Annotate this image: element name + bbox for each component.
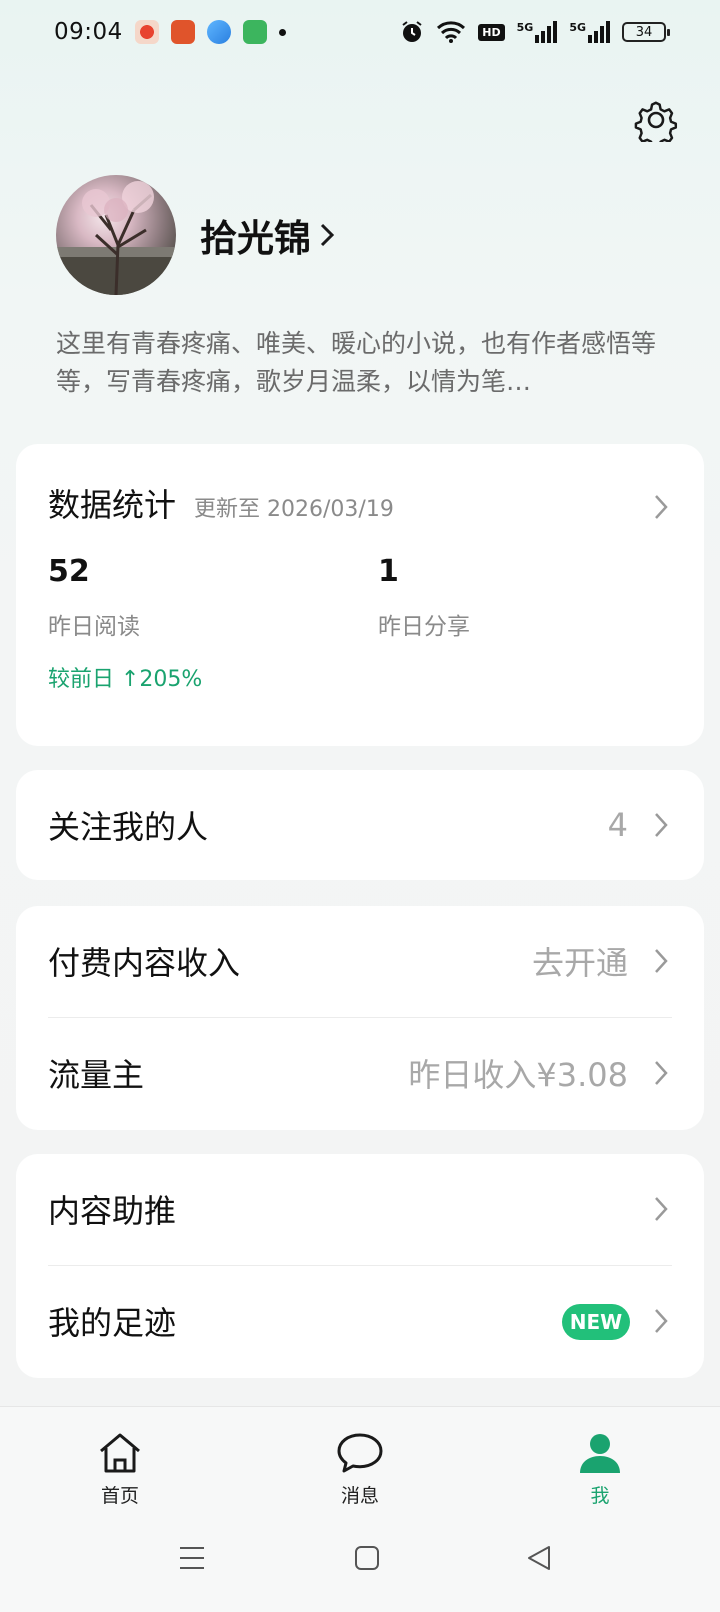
nav-messages-label: 消息 [340, 1485, 379, 1507]
paid-content-row[interactable]: 付费内容收入 去开通 [16, 906, 704, 1016]
hd-indicator: HD [478, 23, 505, 41]
battery-icon: 34 [622, 22, 670, 42]
bottom-nav: 首页 消息 我 [0, 1406, 720, 1612]
traffic-owner-value: 昨日收入¥3.08 [408, 1056, 628, 1094]
stat-shares: 1 昨日分享 [378, 554, 470, 641]
nav-me-label: 我 [590, 1485, 610, 1507]
status-left: 09:04 [54, 19, 286, 45]
reads-delta: 较前日 ↑205% [48, 667, 203, 692]
followers-count: 4 [607, 806, 628, 844]
signal-2: 5G [569, 21, 610, 43]
network-type-1: 5G [516, 21, 534, 34]
footprint-row[interactable]: 我的足迹 NEW [16, 1266, 704, 1376]
stats-header: 数据统计 更新至 2026/03/19 [48, 480, 394, 526]
app-notification-icon [242, 20, 267, 44]
content-promote-label: 内容助推 [48, 1192, 177, 1230]
tools-card: 内容助推 我的足迹 NEW [16, 1154, 704, 1378]
content-promote-row[interactable]: 内容助推 [16, 1154, 704, 1264]
new-badge: NEW [562, 1304, 630, 1340]
app-notification-icon [170, 20, 195, 44]
chevron-right-icon [655, 1309, 668, 1333]
chevron-right-icon [655, 813, 668, 837]
profile-name-link[interactable]: 拾光锦 [200, 208, 335, 262]
signal-bars-icon [588, 21, 610, 43]
home-icon [100, 1433, 140, 1473]
shares-value: 1 [378, 554, 399, 589]
chevron-right-icon [655, 495, 668, 519]
settings-gear-icon [634, 101, 678, 150]
paid-content-label: 付费内容收入 [48, 944, 241, 982]
traffic-owner-row[interactable]: 流量主 昨日收入¥3.08 [16, 1018, 704, 1128]
reads-value: 52 [48, 554, 90, 589]
status-time: 09:04 [54, 19, 123, 45]
income-card: 付费内容收入 去开通 流量主 昨日收入¥3.08 [16, 906, 704, 1130]
nav-home-label: 首页 [100, 1485, 139, 1507]
back-triangle-icon[interactable] [526, 1545, 552, 1571]
stat-reads: 52 昨日阅读 较前日 ↑205% [48, 554, 202, 693]
chevron-right-icon [655, 1061, 668, 1085]
message-bubble-icon [337, 1433, 383, 1473]
settings-button[interactable] [634, 98, 678, 150]
stats-updated: 更新至 2026/03/19 [194, 497, 394, 522]
app-notification-icon [134, 20, 159, 44]
avatar-tree-image [56, 181, 176, 295]
more-notifications-icon [278, 28, 286, 36]
username: 拾光锦 [200, 217, 311, 260]
app-notification-icon [206, 20, 231, 44]
avatar[interactable] [56, 175, 176, 295]
menu-icon[interactable] [178, 1545, 206, 1571]
followers-label: 关注我的人 [48, 808, 209, 846]
nav-messages[interactable]: 消息 [300, 1431, 420, 1508]
shares-label: 昨日分享 [378, 614, 470, 640]
alarm-icon [402, 21, 422, 42]
chevron-right-icon [655, 1197, 668, 1221]
home-square-icon[interactable] [354, 1545, 380, 1571]
profile-bio: 这里有青春疼痛、唯美、暖心的小说，也有作者感悟等等，写青春疼痛，歌岁月温柔，以情… [56, 329, 657, 396]
stats-card[interactable]: 数据统计 更新至 2026/03/19 52 昨日阅读 较前日 ↑205% 1 … [16, 444, 704, 746]
followers-card[interactable]: 关注我的人 4 [16, 770, 704, 880]
followers-row[interactable]: 关注我的人 4 [16, 770, 704, 880]
chevron-right-icon [655, 949, 668, 973]
chevron-right-icon [320, 223, 335, 247]
network-type-2: 5G [569, 21, 586, 34]
traffic-owner-label: 流量主 [48, 1056, 145, 1094]
nav-me[interactable]: 我 [540, 1431, 660, 1508]
status-bar: 09:04 HD 5G 5G 34 [0, 0, 720, 64]
signal-1: 5G [517, 21, 558, 43]
nav-home[interactable]: 首页 [60, 1431, 180, 1508]
stats-title: 数据统计 [48, 486, 177, 524]
wifi-icon [437, 21, 466, 43]
status-right: HD 5G 5G 34 [400, 20, 670, 44]
reads-label: 昨日阅读 [48, 614, 140, 640]
paid-content-action: 去开通 [531, 944, 628, 982]
person-icon [580, 1434, 620, 1473]
signal-bars-icon [535, 21, 558, 43]
footprint-label: 我的足迹 [48, 1304, 177, 1342]
